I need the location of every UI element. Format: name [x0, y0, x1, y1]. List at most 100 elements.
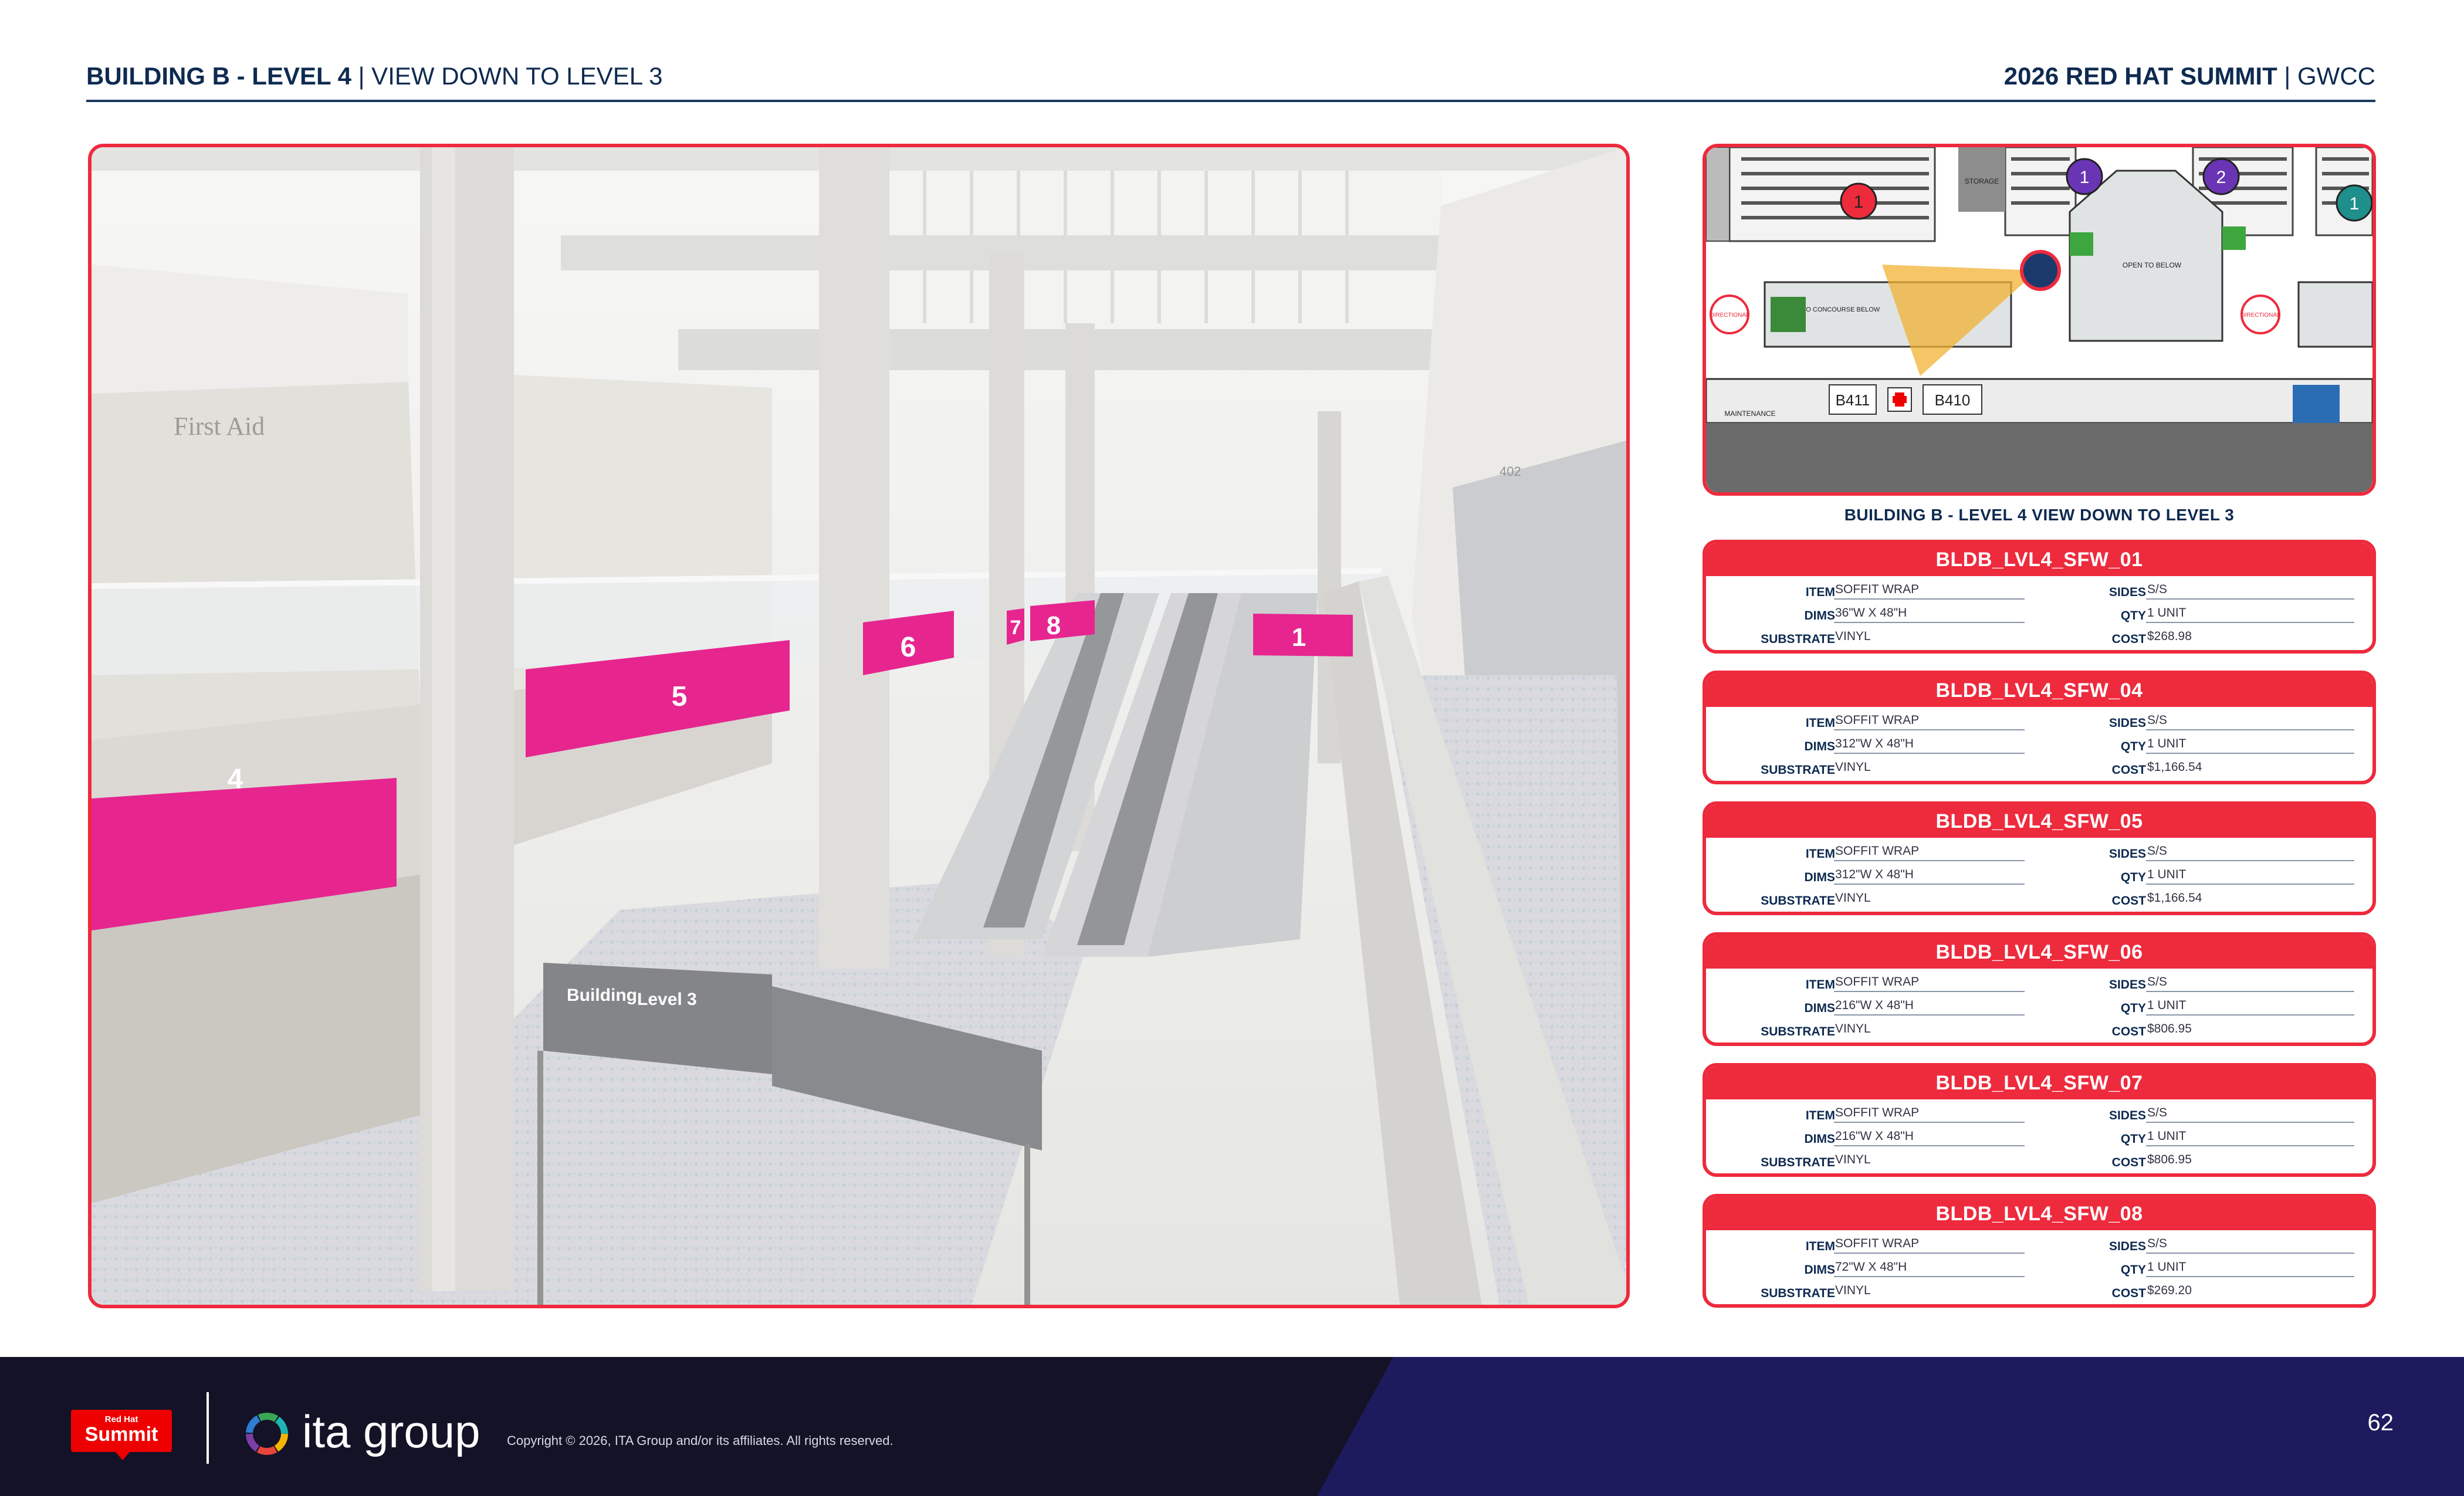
qty-value: 1 UNIT	[2146, 1129, 2354, 1146]
card-title: BLDB_LVL4_SFW_08	[1706, 1197, 2372, 1230]
cost-label: COST	[2111, 1156, 2146, 1169]
item-value: SOFFIT WRAP	[1834, 974, 2025, 992]
ita-group-logo-icon	[246, 1413, 288, 1455]
plan-open-below-text: OPEN TO BELOW	[2123, 261, 2182, 269]
ita-group-wordmark: ita group	[302, 1406, 480, 1457]
placement-5-label: 5	[672, 681, 688, 712]
cost-value: $806.95	[2147, 1153, 2192, 1166]
item-value: SOFFIT WRAP	[1834, 1105, 2025, 1123]
cost-value: $269.20	[2147, 1284, 2192, 1297]
sides-label: SIDES	[2108, 716, 2146, 730]
plan-to-concourse-text: TO CONCOURSE BELOW	[1802, 306, 1880, 313]
event-title-bold: 2026 RED HAT SUMMIT	[2003, 62, 2277, 90]
card-title: BLDB_LVL4_SFW_01	[1706, 543, 2372, 576]
substrate-label: SUBSTRATE	[1761, 632, 1835, 646]
sides-label: SIDES	[2108, 978, 2146, 991]
item-card: BLDB_LVL4_SFW_08 ITEM SOFFIT WRAP DIMS 7…	[1703, 1194, 2376, 1308]
dims-value: 216"W X 48"H	[1834, 1129, 2025, 1146]
qty-value: 1 UNIT	[2146, 867, 2354, 885]
dims-value: 312"W X 48"H	[1834, 867, 2025, 885]
event-title: 2026 RED HAT SUMMIT | GWCC	[2004, 62, 2375, 90]
substrate-label: SUBSTRATE	[1761, 1156, 1835, 1169]
red-hat-summit-logo: Red Hat Summit	[71, 1410, 172, 1460]
cost-value: $1,166.54	[2147, 891, 2202, 905]
card-title: BLDB_LVL4_SFW_04	[1706, 674, 2372, 707]
plan-room-b411: B411	[1836, 391, 1870, 409]
item-label: ITEM	[1805, 1240, 1835, 1253]
page-title-bold: BUILDING B - LEVEL 4	[86, 62, 351, 90]
dims-value: 216"W X 48"H	[1834, 998, 2025, 1016]
event-title-rest: | GWCC	[2277, 62, 2375, 90]
footer-divider	[207, 1392, 209, 1464]
page-title-rest: | VIEW DOWN TO LEVEL 3	[351, 62, 663, 90]
card-title: BLDB_LVL4_SFW_05	[1706, 805, 2372, 838]
page-number: 62	[2367, 1410, 2394, 1436]
sides-value: S/S	[2146, 582, 2354, 600]
substrate-value: VINYL	[1835, 1153, 1871, 1166]
substrate-label: SUBSTRATE	[1761, 894, 1835, 908]
placement-8-label: 8	[1047, 611, 1061, 640]
dims-label: DIMS	[1804, 871, 1836, 884]
item-card: BLDB_LVL4_SFW_04 ITEM SOFFIT WRAP DIMS 3…	[1703, 671, 2376, 784]
sides-label: SIDES	[2108, 1109, 2146, 1122]
qty-label: QTY	[2120, 1001, 2146, 1015]
item-value: SOFFIT WRAP	[1834, 844, 2025, 861]
plan-marker-2: 2	[2216, 168, 2226, 187]
sides-value: S/S	[2146, 974, 2354, 992]
item-label: ITEM	[1805, 1109, 1835, 1122]
dims-label: DIMS	[1804, 1001, 1836, 1015]
rh-logo-line1: Red Hat	[104, 1414, 138, 1424]
cost-label: COST	[2111, 894, 2146, 908]
substrate-value: VINYL	[1835, 1022, 1871, 1035]
qty-label: QTY	[2120, 1132, 2146, 1146]
dims-label: DIMS	[1804, 1132, 1836, 1146]
qty-value: 1 UNIT	[2146, 736, 2354, 754]
page-header: BUILDING B - LEVEL 4 | VIEW DOWN TO LEVE…	[86, 61, 2375, 102]
substrate-label: SUBSTRATE	[1761, 763, 1835, 777]
plan-room-b410: B410	[1935, 391, 1971, 409]
sides-label: SIDES	[2108, 585, 2146, 599]
placement-7-label: 7	[1010, 617, 1021, 639]
cost-label: COST	[2111, 1025, 2146, 1038]
dims-value: 312"W X 48"H	[1834, 736, 2025, 754]
placement-1-label: 1	[1292, 623, 1306, 652]
venue-photo: Building Level 3 First Aid 402 4 5 6 7 8…	[88, 144, 1630, 1308]
cost-label: COST	[2111, 632, 2146, 646]
substrate-value: VINYL	[1835, 760, 1871, 774]
qty-label: QTY	[2120, 609, 2146, 622]
cost-value: $1,166.54	[2147, 760, 2202, 774]
qty-label: QTY	[2120, 740, 2146, 753]
item-label: ITEM	[1805, 585, 1835, 599]
item-cards: BLDB_LVL4_SFW_01 ITEM SOFFIT WRAP DIMS 3…	[1703, 540, 2376, 1325]
sides-value: S/S	[2146, 1105, 2354, 1123]
qty-value: 1 UNIT	[2146, 605, 2354, 623]
rh-logo-line2: Summit	[84, 1423, 158, 1446]
dims-value: 72"W X 48"H	[1834, 1260, 2025, 1277]
substrate-value: VINYL	[1835, 1284, 1871, 1297]
floor-plan-drawing: STORAGE OPEN TO BELOW TO CONCOURSE BELOW…	[1706, 147, 2372, 492]
dims-value: 36"W X 48"H	[1834, 605, 2025, 623]
item-card: BLDB_LVL4_SFW_06 ITEM SOFFIT WRAP DIMS 2…	[1703, 932, 2376, 1046]
qty-value: 1 UNIT	[2146, 998, 2354, 1016]
item-label: ITEM	[1805, 847, 1835, 861]
cost-label: COST	[2111, 763, 2146, 777]
placement-6-label: 6	[901, 632, 916, 663]
venue-photo-illustration: Building Level 3 First Aid 402 4 5 6 7 8…	[92, 147, 1626, 1305]
item-label: ITEM	[1805, 716, 1835, 730]
substrate-value: VINYL	[1835, 891, 1871, 905]
item-card: BLDB_LVL4_SFW_01 ITEM SOFFIT WRAP DIMS 3…	[1703, 540, 2376, 654]
substrate-label: SUBSTRATE	[1761, 1025, 1835, 1038]
card-title: BLDB_LVL4_SFW_06	[1706, 936, 2372, 969]
cost-value: $806.95	[2147, 1022, 2192, 1035]
cost-label: COST	[2111, 1287, 2146, 1300]
substrate-label: SUBSTRATE	[1761, 1287, 1835, 1300]
copyright-text: Copyright © 2026, ITA Group and/or its a…	[507, 1433, 893, 1448]
item-value: SOFFIT WRAP	[1834, 713, 2025, 730]
plan-directional-left-text: DIRECTIONAL	[1710, 312, 1749, 319]
item-value: SOFFIT WRAP	[1834, 582, 2025, 600]
item-card: BLDB_LVL4_SFW_07 ITEM SOFFIT WRAP DIMS 2…	[1703, 1063, 2376, 1177]
substrate-value: VINYL	[1835, 629, 1871, 643]
card-title: BLDB_LVL4_SFW_07	[1706, 1067, 2372, 1099]
sides-value: S/S	[2146, 713, 2354, 730]
plan-marker-1a: 1	[1854, 192, 1864, 212]
